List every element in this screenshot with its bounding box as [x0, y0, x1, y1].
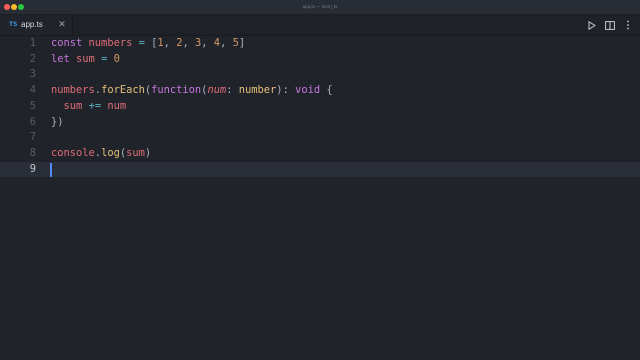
tab-app-ts[interactable]: TS app.ts ✕ — [0, 15, 73, 35]
line-code: numbers.forEach(function(num: number): v… — [51, 84, 333, 97]
typescript-file-icon: TS — [9, 21, 18, 28]
line-number: 8 — [29, 146, 36, 159]
editor-actions — [586, 15, 634, 35]
text-cursor — [50, 162, 52, 177]
code-line[interactable]: 2 let sum = 0 — [0, 52, 640, 68]
tab-label: app.ts — [21, 20, 43, 29]
split-editor-icon[interactable] — [604, 19, 616, 31]
window-title: app.ts — learn_ts — [302, 4, 338, 9]
line-code: }) — [51, 115, 64, 128]
code-line[interactable]: 3 — [0, 67, 640, 83]
code-line[interactable]: 7 — [0, 130, 640, 146]
tab-bar: TS app.ts ✕ — [0, 15, 640, 36]
code-line[interactable]: 4 numbers.forEach(function(num: number): … — [0, 83, 640, 99]
code-line[interactable]: 5 sum += num — [0, 99, 640, 115]
line-code: const numbers = [1, 2, 3, 4, 5] — [51, 37, 246, 49]
more-icon[interactable] — [622, 19, 634, 31]
editor-window: app.ts — learn_ts TS app.ts ✕ 1 const num… — [0, 0, 640, 360]
line-number: 4 — [29, 84, 36, 97]
line-code: console.log(sum) — [51, 146, 152, 159]
line-number: 7 — [29, 131, 36, 144]
code-editor[interactable]: 1 const numbers = [1, 2, 3, 4, 5] 2 let sum… — [0, 36, 640, 360]
line-number: 2 — [29, 52, 36, 65]
code-line[interactable]: 1 const numbers = [1, 2, 3, 4, 5] — [0, 36, 640, 52]
title-bar: app.ts — learn_ts — [0, 0, 640, 15]
line-number: 5 — [29, 99, 36, 112]
play-icon[interactable] — [586, 19, 598, 31]
line-number: 9 — [29, 162, 36, 175]
code-line[interactable]: 9 — [0, 161, 640, 178]
line-number: 6 — [29, 115, 36, 128]
line-number: 3 — [29, 68, 36, 81]
tab-close-icon[interactable]: ✕ — [57, 19, 67, 31]
line-code: sum += num — [63, 99, 127, 112]
code-line[interactable]: 8 console.log(sum) — [0, 146, 640, 162]
line-code: let sum = 0 — [51, 52, 120, 65]
line-number: 1 — [29, 37, 36, 49]
code-line[interactable]: 6}) — [0, 115, 640, 131]
